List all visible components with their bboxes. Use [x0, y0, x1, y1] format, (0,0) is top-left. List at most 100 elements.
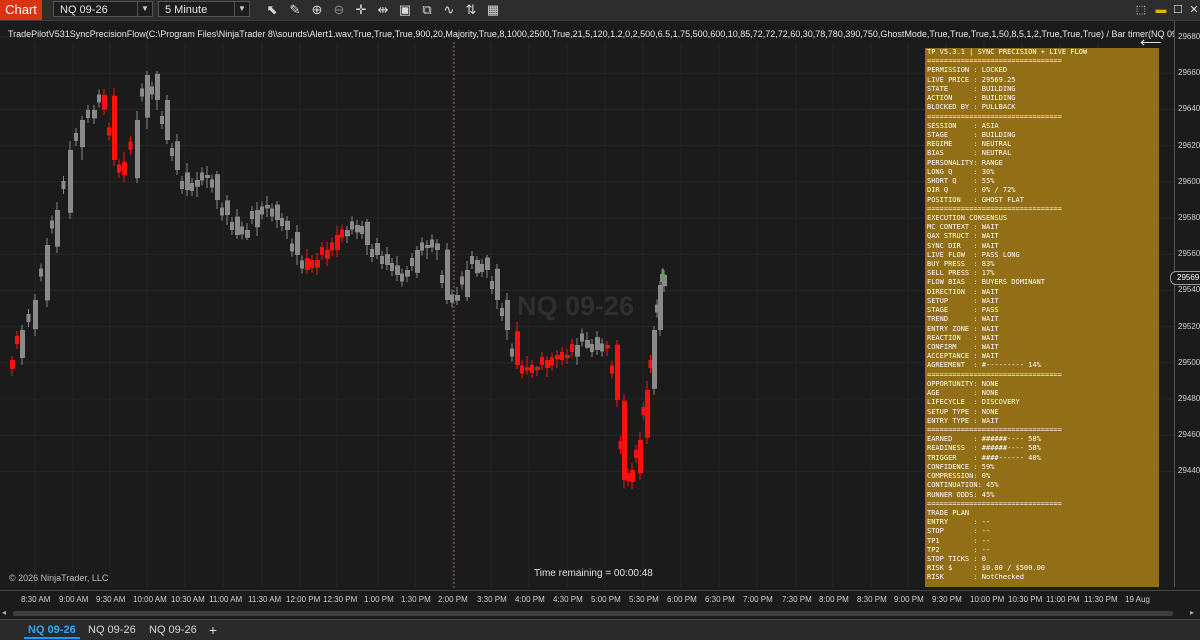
- candle-body: [645, 390, 650, 438]
- panel-line: LONG Q : 30%: [927, 167, 995, 176]
- candle-body: [641, 407, 646, 415]
- candle-body: [385, 254, 390, 265]
- price-tick-label: 29480.00: [1178, 394, 1200, 403]
- panel-line: OPPORTUNITY: NONE: [927, 379, 999, 388]
- price-tick-label: 29460.00: [1178, 430, 1200, 440]
- candle-body: [415, 250, 420, 273]
- copyright-text: © 2026 NinjaTrader, LLC: [9, 573, 109, 583]
- tab-nq-3[interactable]: NQ 09-26: [145, 621, 201, 639]
- horizontal-scrollbar[interactable]: ◂ ▸: [0, 608, 1200, 619]
- candle-body: [390, 263, 394, 271]
- panel-line: ================================: [927, 57, 1062, 66]
- panel-line: READINESS : ######---- 58%: [927, 444, 1041, 453]
- time-tick-label: 4:30 PM: [553, 595, 583, 604]
- candle-body: [300, 260, 304, 269]
- candle-body: [260, 206, 264, 215]
- candle-body: [465, 270, 470, 297]
- candle-body: [480, 264, 484, 272]
- candle-body: [634, 450, 638, 458]
- panel-line: STAGE : BUILDING: [927, 130, 1016, 139]
- panel-line: BUY PRESS : 83%: [927, 260, 995, 269]
- panel-line: ENTRY : --: [927, 518, 991, 527]
- time-tick-label: 9:30 AM: [96, 595, 126, 604]
- candle-body: [555, 355, 560, 360]
- time-tick-label: 7:30 PM: [782, 595, 812, 604]
- candle-body: [180, 181, 184, 189]
- candle-body: [510, 348, 514, 357]
- candle-body: [325, 250, 330, 259]
- candle-body: [545, 360, 550, 368]
- candle-body: [74, 133, 78, 141]
- candle-body: [600, 343, 604, 352]
- candle-body: [350, 221, 354, 230]
- candle-body: [61, 181, 66, 189]
- candle-body: [225, 200, 230, 215]
- candle-body: [340, 229, 344, 238]
- candle-body: [33, 300, 38, 330]
- candle-body: [515, 331, 520, 365]
- candle-body: [355, 225, 360, 233]
- price-tick-label: 29500.00: [1178, 357, 1200, 367]
- scroll-left-icon[interactable]: ◂: [2, 608, 6, 617]
- candle-body: [490, 281, 494, 289]
- panel-line: STATE : BUILDING: [927, 84, 1016, 93]
- candle-body: [652, 330, 657, 389]
- candle-body: [230, 222, 234, 230]
- candle-body: [280, 218, 284, 226]
- time-tick-label: 10:30 PM: [1008, 595, 1043, 604]
- candle-body: [86, 110, 90, 118]
- price-tick-label: 29660.00: [1178, 68, 1200, 78]
- panel-line: MC CONTEXT : WAIT: [927, 223, 999, 232]
- price-tick-label: 29580.00: [1178, 213, 1200, 222]
- candle-body: [315, 260, 320, 268]
- scroll-thumb[interactable]: [13, 611, 1173, 616]
- indicator-label: TradePilotV531SyncPrecisionFlow(C:\Progr…: [8, 29, 1200, 39]
- candle-body: [190, 183, 194, 191]
- candle-body: [375, 243, 380, 255]
- price-axis[interactable]: 29680.00 29660.00 29640.00 29620.00 29600.00…: [1174, 21, 1200, 587]
- candle-body: [595, 337, 600, 350]
- candle-body: [530, 365, 534, 373]
- panel-line: SETUP TYPE : NONE: [927, 407, 999, 416]
- candle-body: [585, 340, 590, 348]
- time-tick-label: 12:30 PM: [323, 595, 358, 604]
- panel-line: CONTINUATION: 45%: [927, 481, 999, 490]
- candle-body: [128, 141, 133, 150]
- panel-line: ACTION : BUILDING: [927, 94, 1016, 103]
- candle-body: [470, 256, 474, 264]
- candle-body: [475, 260, 480, 274]
- time-tick-label: 3:30 PM: [477, 595, 507, 604]
- time-axis[interactable]: 8:30 AM 9:00 AM 9:30 AM 10:00 AM 10:30 AM 11:…: [0, 590, 1200, 609]
- candle-body: [68, 150, 73, 213]
- tab-nq-1[interactable]: NQ 09-26: [24, 621, 80, 639]
- candle-body: [270, 208, 274, 217]
- add-tab-icon[interactable]: +: [204, 621, 222, 639]
- price-tick-label: 29600.00: [1178, 176, 1200, 186]
- candle-body: [155, 73, 160, 100]
- candle-body: [320, 247, 324, 255]
- candle-body: [235, 216, 240, 235]
- panel-line: STOP TICKS : 0: [927, 555, 987, 564]
- candle-body: [335, 235, 340, 250]
- time-tick-label: 12:00 PM: [286, 595, 321, 604]
- tab-nq-2[interactable]: NQ 09-26: [84, 621, 140, 639]
- candle-body: [410, 258, 414, 266]
- candle-body: [622, 400, 627, 480]
- panel-line: AGREEMENT : #--------- 14%: [927, 361, 1041, 370]
- candle-body: [50, 220, 54, 229]
- panel-line: CONFIDENCE : 59%: [927, 462, 995, 471]
- scroll-right-icon[interactable]: ▸: [1190, 608, 1194, 617]
- candle-body: [525, 367, 530, 371]
- panel-line: RISK : NotChecked: [927, 573, 1024, 582]
- candle-body: [550, 357, 554, 366]
- candle-body: [618, 441, 623, 449]
- panel-line: RISK $ : $0.00 / $500.00: [927, 564, 1046, 573]
- time-tick-label: 10:30 AM: [171, 595, 205, 604]
- time-tick-label: 11:00 PM: [1046, 595, 1080, 604]
- candle-body: [560, 352, 564, 360]
- time-tick-label: 6:00 PM: [667, 595, 697, 604]
- candle-body: [255, 210, 260, 228]
- candle-body: [395, 265, 400, 275]
- candle-body: [420, 242, 424, 251]
- time-tick-label: 8:30 AM: [21, 595, 51, 604]
